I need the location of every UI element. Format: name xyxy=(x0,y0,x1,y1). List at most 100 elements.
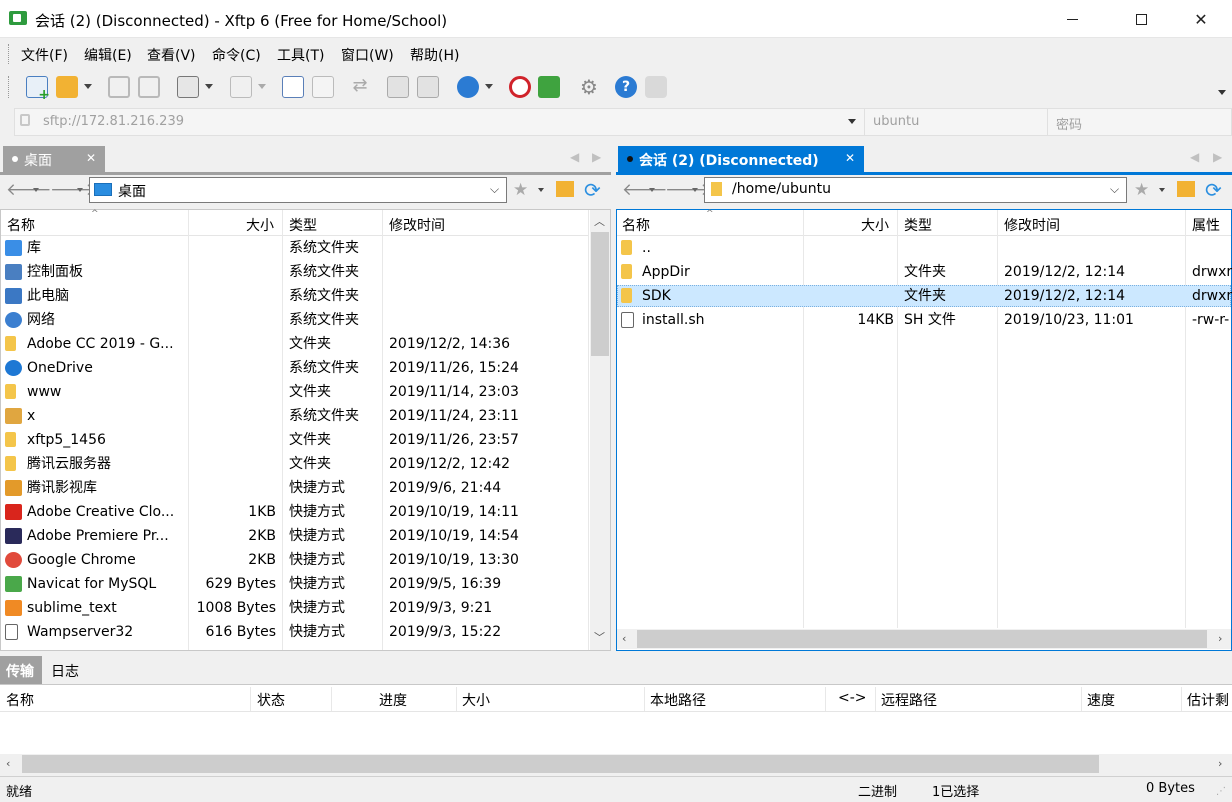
password-input[interactable]: 密码 xyxy=(1056,114,1082,133)
tab-close-icon[interactable]: ✕ xyxy=(86,151,96,165)
right-col-size[interactable]: 大小 xyxy=(861,215,889,235)
properties-icon[interactable] xyxy=(177,76,199,98)
left-file-row[interactable]: Google Chrome 2KB 快捷方式 2019/10/19, 13:30 xyxy=(1,548,589,572)
scroll-left-icon[interactable]: ‹ xyxy=(6,757,10,770)
menu-command[interactable]: 命令(C) xyxy=(212,45,261,65)
transfer-hscroll-thumb[interactable] xyxy=(22,755,1099,773)
transfer-col-size[interactable]: 大小 xyxy=(462,690,490,710)
view-dropdown-icon[interactable] xyxy=(258,84,266,89)
host-dropdown-icon[interactable] xyxy=(848,119,856,124)
transfer-col-name[interactable]: 名称 xyxy=(6,690,34,710)
left-bookmark-star-icon[interactable]: ★ xyxy=(513,180,528,200)
left-file-row[interactable]: Adobe CC 2019 - G... 文件夹 2019/12/2, 14:36 xyxy=(1,332,589,356)
settings-gear-icon[interactable]: ⚙ xyxy=(578,76,600,98)
tab-scroll-left-icon[interactable]: ◀ xyxy=(570,150,579,164)
tab-scroll-left-icon[interactable]: ◀ xyxy=(1190,150,1199,164)
transfer-mode[interactable]: 二进制 xyxy=(858,781,897,800)
transfer-col-local-path[interactable]: 本地路径 xyxy=(650,690,706,710)
right-col-name[interactable]: 名称 xyxy=(622,215,650,235)
left-vscroll-thumb[interactable] xyxy=(591,232,609,356)
left-home-icon[interactable] xyxy=(556,181,574,197)
resize-grip-icon[interactable]: ⋰ xyxy=(1216,786,1226,797)
left-file-row[interactable]: OneDrive 系统文件夹 2019/11/26, 15:24 xyxy=(1,356,589,380)
right-forward-dropdown-icon[interactable] xyxy=(692,188,698,192)
open-folder-icon[interactable] xyxy=(56,76,78,98)
right-hscroll-thumb[interactable] xyxy=(637,630,1207,648)
right-file-row[interactable]: .. xyxy=(617,236,1231,260)
right-back-icon[interactable]: 🡐 xyxy=(622,180,668,200)
tab-log[interactable]: 日志 xyxy=(51,661,79,681)
open-dropdown-icon[interactable] xyxy=(84,84,92,89)
scroll-left-icon[interactable]: ‹ xyxy=(622,632,626,645)
right-file-row[interactable]: SDK 文件夹 2019/12/2, 12:14 drwxr xyxy=(617,284,1232,308)
new-file-icon[interactable] xyxy=(282,76,304,98)
left-refresh-icon[interactable]: ⟳ xyxy=(584,178,601,202)
left-file-row[interactable]: Adobe Premiere Pr... 2KB 快捷方式 2019/10/19, 1… xyxy=(1,524,589,548)
scroll-down-icon[interactable]: ﹀ xyxy=(594,629,605,645)
toolbar-overflow-icon[interactable] xyxy=(1218,90,1226,95)
right-bookmark-star-icon[interactable]: ★ xyxy=(1134,180,1149,200)
view-mode-icon[interactable] xyxy=(230,76,252,98)
left-back-icon[interactable]: 🡐 xyxy=(6,180,52,200)
left-file-row[interactable]: sublime_text 1008 Bytes 快捷方式 2019/9/3, 9:21 xyxy=(1,596,589,620)
right-back-dropdown-icon[interactable] xyxy=(649,188,655,192)
scroll-right-icon[interactable]: › xyxy=(1218,757,1222,770)
transfer-col-direction[interactable]: <-> xyxy=(838,690,867,706)
left-path-dropdown-icon[interactable]: ⌵ xyxy=(490,182,499,197)
left-bookmark-dropdown-icon[interactable] xyxy=(538,188,544,192)
left-file-row[interactable]: 腾讯影视库 快捷方式 2019/9/6, 21:44 xyxy=(1,476,589,500)
right-file-row[interactable]: install.sh 14KB SH 文件 2019/10/23, 11:01 -rw-… xyxy=(617,308,1231,332)
tab-close-icon[interactable]: ✕ xyxy=(845,151,855,165)
left-file-row[interactable]: 网络 系统文件夹 xyxy=(1,308,589,332)
left-col-type[interactable]: 类型 xyxy=(289,215,317,235)
globe-icon[interactable] xyxy=(457,76,479,98)
menu-view[interactable]: 查看(V) xyxy=(147,45,196,65)
connect-icon[interactable] xyxy=(108,76,130,98)
left-file-row[interactable]: 控制面板 系统文件夹 xyxy=(1,260,589,284)
xshell-icon[interactable] xyxy=(509,76,531,98)
left-forward-dropdown-icon[interactable] xyxy=(77,188,83,192)
right-col-type[interactable]: 类型 xyxy=(904,215,932,235)
left-col-name[interactable]: 名称 xyxy=(7,215,35,235)
left-file-row[interactable]: 腾讯云服务器 文件夹 2019/12/2, 12:42 xyxy=(1,452,589,476)
right-path-dropdown-icon[interactable]: ⌵ xyxy=(1110,182,1119,197)
scroll-right-icon[interactable]: › xyxy=(1218,632,1222,645)
left-file-row[interactable]: 此电脑 系统文件夹 xyxy=(1,284,589,308)
right-refresh-icon[interactable]: ⟳ xyxy=(1205,178,1222,202)
new-session-icon[interactable]: + xyxy=(26,76,50,102)
right-bookmark-dropdown-icon[interactable] xyxy=(1159,188,1165,192)
help-icon[interactable]: ? xyxy=(615,76,637,98)
menu-edit[interactable]: 编辑(E) xyxy=(84,45,132,65)
xftp-icon[interactable] xyxy=(538,76,560,98)
menu-help[interactable]: 帮助(H) xyxy=(410,45,459,65)
transfer-icon[interactable]: ⇄ xyxy=(349,76,371,98)
tab-scroll-right-icon[interactable]: ▶ xyxy=(592,150,601,164)
left-file-row[interactable]: www 文件夹 2019/11/14, 23:03 xyxy=(1,380,589,404)
menu-window[interactable]: 窗口(W) xyxy=(341,45,394,65)
close-window-button[interactable]: ✕ xyxy=(1178,0,1224,38)
left-col-size[interactable]: 大小 xyxy=(246,215,274,235)
menu-file[interactable]: 文件(F) xyxy=(21,45,68,65)
chat-icon[interactable] xyxy=(645,76,667,98)
left-back-dropdown-icon[interactable] xyxy=(33,188,39,192)
minimize-button[interactable] xyxy=(1049,0,1095,38)
disconnect-icon[interactable] xyxy=(138,76,160,98)
transfer-col-eta[interactable]: 估计剩 xyxy=(1187,690,1229,710)
copy-icon[interactable] xyxy=(387,76,409,98)
maximize-button[interactable] xyxy=(1118,0,1164,38)
clipboard-icon[interactable] xyxy=(417,76,439,98)
left-file-row[interactable]: Navicat for MySQL 629 Bytes 快捷方式 2019/9/5, … xyxy=(1,572,589,596)
left-col-modified[interactable]: 修改时间 xyxy=(389,215,445,235)
properties-dropdown-icon[interactable] xyxy=(205,84,213,89)
menu-tools[interactable]: 工具(T) xyxy=(277,45,324,65)
left-file-row[interactable]: x 系统文件夹 2019/11/24, 23:11 xyxy=(1,404,589,428)
transfer-col-status[interactable]: 状态 xyxy=(257,690,285,710)
transfer-col-remote-path[interactable]: 远程路径 xyxy=(881,690,937,710)
tab-scroll-right-icon[interactable]: ▶ xyxy=(1213,150,1222,164)
left-file-row[interactable]: xftp5_1456 文件夹 2019/11/26, 23:57 xyxy=(1,428,589,452)
scroll-up-icon[interactable]: ︿ xyxy=(594,213,605,229)
left-file-row[interactable]: 库 系统文件夹 xyxy=(1,236,589,260)
right-home-icon[interactable] xyxy=(1177,181,1195,197)
transfer-col-progress[interactable]: 进度 xyxy=(379,690,407,710)
left-path-combobox[interactable] xyxy=(89,177,507,203)
